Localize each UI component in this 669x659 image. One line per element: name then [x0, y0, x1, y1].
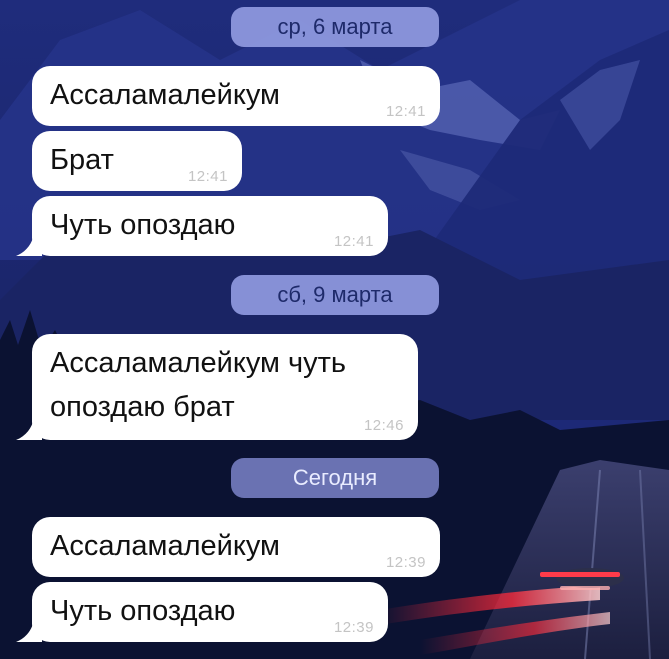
message-text: Брат [50, 144, 114, 176]
message-text-line-2: опоздаю брат [50, 391, 235, 423]
chat-view[interactable]: ср, 6 марта Ассаламалейкум 12:41 Брат 12… [0, 0, 669, 659]
incoming-message[interactable]: Чуть опоздаю 12:41 [32, 196, 388, 256]
incoming-message[interactable]: Брат 12:41 [32, 131, 242, 191]
message-text-line-1: Ассаламалейкум чуть [50, 347, 347, 379]
message-time: 12:39 [333, 619, 374, 636]
message-text: Ассаламалейкум [50, 79, 280, 111]
message-time: 12:39 [385, 554, 426, 571]
message-time: 12:41 [333, 233, 374, 250]
message-text: Ассаламалейкум [50, 530, 280, 562]
incoming-message[interactable]: Ассаламалейкум 12:41 [32, 66, 440, 126]
message-text: Чуть опоздаю [50, 209, 236, 241]
date-separator: Сегодня [231, 458, 439, 498]
message-time: 12:41 [385, 103, 426, 120]
date-separator: ср, 6 марта [231, 7, 439, 47]
incoming-message[interactable]: Ассаламалейкум 12:39 [32, 517, 440, 577]
incoming-message[interactable]: Чуть опоздаю 12:39 [32, 582, 388, 642]
incoming-message[interactable]: Ассаламалейкум чуть опоздаю брат 12:46 [32, 334, 418, 440]
message-time: 12:46 [363, 417, 404, 434]
message-time: 12:41 [187, 168, 228, 185]
date-separator: сб, 9 марта [231, 275, 439, 315]
message-text: Чуть опоздаю [50, 595, 236, 627]
